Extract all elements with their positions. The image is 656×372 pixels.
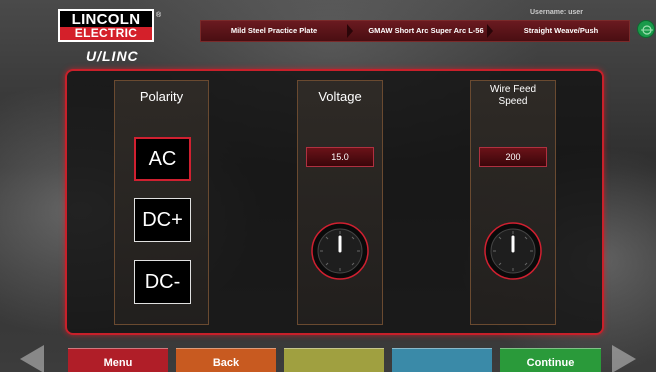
breadcrumb: Mild Steel Practice Plate GMAW Short Arc… — [200, 20, 630, 42]
logo-electric-text: ELECTRIC — [60, 27, 152, 40]
polarity-dc-plus-button[interactable]: DC+ — [134, 198, 191, 242]
breadcrumb-item-plate[interactable]: Mild Steel Practice Plate — [201, 21, 347, 41]
right-arrow-icon[interactable] — [612, 345, 636, 372]
settings-panel: Polarity AC DC+ DC- Voltage 15.0 Wire Fe… — [65, 69, 604, 335]
menu-button[interactable]: Menu — [68, 348, 168, 372]
wire-feed-column: Wire Feed Speed 200 — [470, 80, 556, 325]
wire-feed-knob-icon[interactable] — [484, 222, 542, 280]
polarity-dc-minus-button[interactable]: DC- — [134, 260, 191, 304]
status-icon[interactable] — [637, 20, 655, 38]
voltage-knob-icon[interactable] — [311, 222, 369, 280]
continue-button[interactable]: Continue — [500, 348, 601, 372]
polarity-ac-button[interactable]: AC — [134, 137, 191, 181]
wire-feed-value: 200 — [479, 147, 547, 167]
logo-lincoln-text: LINCOLN — [60, 11, 152, 28]
username-label: Username: user — [530, 9, 583, 16]
product-name: U/LINC — [86, 48, 139, 64]
wire-feed-title-line1: Wire Feed — [489, 84, 537, 95]
back-button[interactable]: Back — [176, 348, 276, 372]
polarity-column: Polarity AC DC+ DC- — [114, 80, 209, 325]
lincoln-electric-logo: LINCOLN ELECTRIC — [58, 9, 154, 42]
logo-registered-mark: ® — [156, 12, 162, 19]
wire-feed-title: Wire Feed Speed — [471, 84, 555, 108]
blank-button-1[interactable] — [284, 348, 384, 372]
voltage-value: 15.0 — [306, 147, 374, 167]
breadcrumb-item-technique[interactable]: Straight Weave/Push — [493, 21, 629, 41]
wire-feed-title-line2: Speed — [498, 96, 528, 107]
voltage-column: Voltage 15.0 — [297, 80, 383, 325]
breadcrumb-item-process[interactable]: GMAW Short Arc Super Arc L-56 — [353, 21, 499, 41]
blank-button-2[interactable] — [392, 348, 492, 372]
voltage-title: Voltage — [318, 89, 362, 104]
polarity-title: Polarity — [139, 89, 184, 104]
left-arrow-icon[interactable] — [20, 345, 44, 372]
